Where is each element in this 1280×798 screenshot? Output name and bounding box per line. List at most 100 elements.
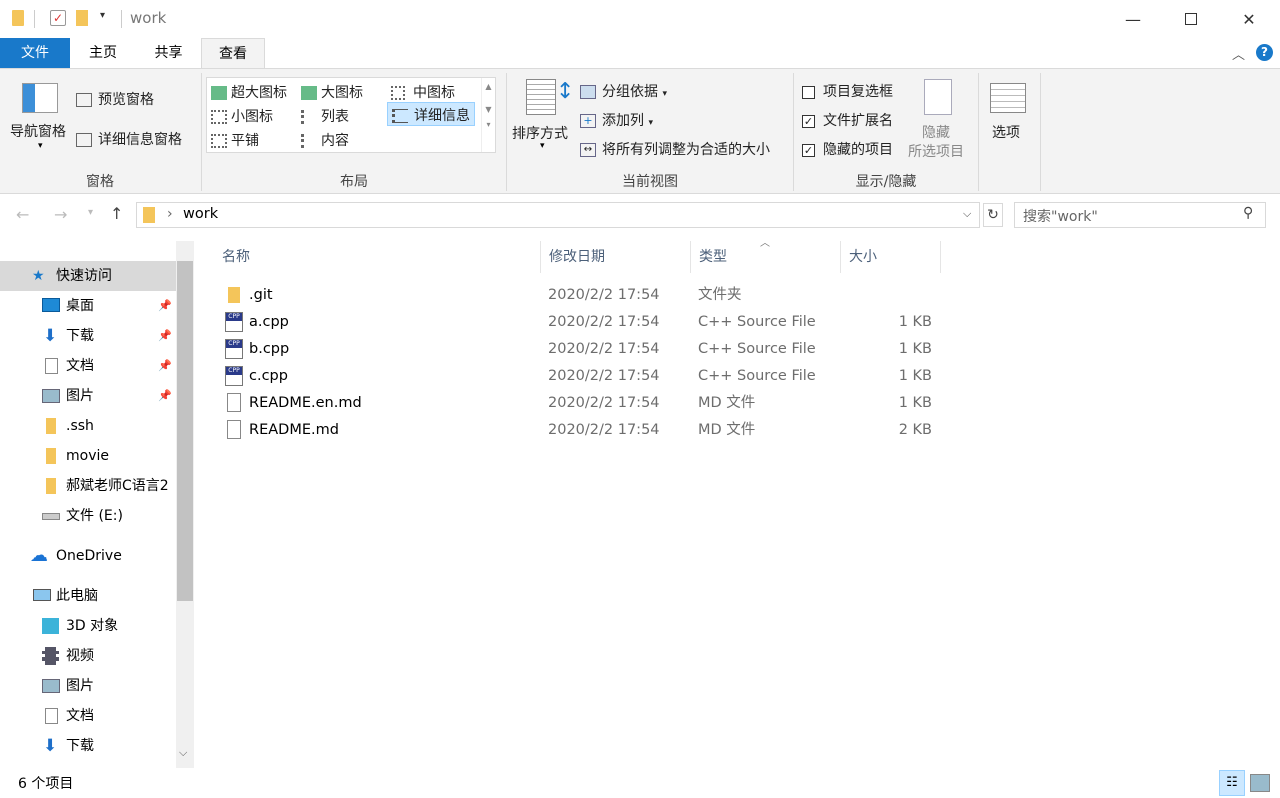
- nav-item-pictures[interactable]: 图片 📌: [0, 381, 176, 411]
- file-name: b.cpp: [249, 341, 290, 357]
- nav-item-c-course[interactable]: 郝斌老师C语言2: [0, 471, 176, 501]
- scroll-up-icon[interactable]: ▲: [482, 82, 495, 91]
- preview-pane-button[interactable]: 预览窗格: [76, 89, 154, 109]
- small-icons-option[interactable]: 小图标: [211, 106, 273, 126]
- checkbox-checked[interactable]: ✓: [802, 114, 815, 128]
- search-input[interactable]: 搜索"work": [1023, 206, 1098, 226]
- search-box[interactable]: 搜索"work" ⚲: [1014, 202, 1266, 228]
- details-pane-button[interactable]: 详细信息窗格: [76, 129, 182, 149]
- medium-icons-option[interactable]: 中图标: [391, 82, 455, 102]
- maximize-icon: [1185, 13, 1197, 25]
- details-option[interactable]: 详细信息: [387, 102, 475, 126]
- collapse-ribbon-icon[interactable]: ︿: [1232, 44, 1245, 63]
- nav-label: 桌面: [66, 298, 94, 314]
- nav-item-documents[interactable]: 文档 📌: [0, 351, 176, 381]
- gallery-scroll[interactable]: ▲ ▼ ▾: [481, 78, 495, 152]
- large-icons-option[interactable]: 大图标: [301, 82, 363, 102]
- checkbox-checked[interactable]: ✓: [802, 143, 815, 157]
- pin-icon[interactable]: 📌: [158, 291, 172, 321]
- item-checkboxes-toggle[interactable]: 项目复选框: [802, 81, 893, 101]
- breadcrumb-current[interactable]: work: [183, 206, 218, 222]
- nav-item-videos[interactable]: 视频: [0, 641, 176, 671]
- table-row[interactable]: CPP c.cpp 2020/2/2 17:54 C++ Source File 1 K…: [220, 363, 940, 390]
- table-row[interactable]: CPP b.cpp 2020/2/2 17:54 C++ Source File 1 K…: [220, 336, 940, 363]
- pin-icon[interactable]: 📌: [158, 381, 172, 411]
- table-row[interactable]: README.md 2020/2/2 17:54 MD 文件 2 KB: [220, 417, 940, 444]
- tab-view[interactable]: 查看: [201, 38, 265, 68]
- address-dropdown-icon[interactable]: ⌵: [963, 207, 971, 221]
- customize-toolbar-icon[interactable]: ▾: [100, 10, 105, 21]
- recent-locations-icon[interactable]: ▾: [88, 207, 93, 218]
- tiles-option[interactable]: 平铺: [211, 130, 259, 150]
- nav-item-drive-e[interactable]: 文件 (E:): [0, 501, 176, 531]
- options-button[interactable]: 选项: [984, 77, 1032, 161]
- scroll-down-icon[interactable]: ▼: [482, 105, 495, 114]
- content-option[interactable]: 内容: [301, 130, 349, 150]
- folder-icon: [12, 10, 24, 26]
- back-icon[interactable]: ←: [16, 205, 29, 224]
- table-row[interactable]: README.en.md 2020/2/2 17:54 MD 文件 1 KB: [220, 390, 940, 417]
- nav-item-pc-downloads[interactable]: ⬇ 下载: [0, 731, 176, 761]
- file-name: README.md: [249, 422, 339, 438]
- list-option[interactable]: 列表: [301, 106, 349, 126]
- nav-item-quick-access[interactable]: ★ 快速访问: [0, 261, 176, 291]
- nav-item-ssh[interactable]: .ssh: [0, 411, 176, 441]
- nav-item-pc-pictures[interactable]: 图片: [0, 671, 176, 701]
- list-icon: [301, 110, 317, 124]
- nav-label: 下载: [66, 738, 94, 754]
- forward-icon[interactable]: →: [54, 205, 67, 224]
- details-view-icon[interactable]: ☷: [1219, 770, 1245, 796]
- column-header-name[interactable]: 名称: [214, 241, 541, 273]
- checkbox[interactable]: [802, 85, 815, 99]
- nav-scrollbar[interactable]: ⌵: [176, 241, 194, 768]
- group-by-button[interactable]: 分组依据 ▾: [580, 81, 667, 101]
- scrollbar-thumb[interactable]: [177, 261, 193, 601]
- extra-large-icons-option[interactable]: 超大图标: [211, 82, 287, 102]
- close-button[interactable]: ✕: [1218, 0, 1280, 38]
- column-header-date[interactable]: 修改日期: [541, 241, 691, 273]
- search-icon[interactable]: ⚲: [1243, 205, 1253, 221]
- chevron-down-icon: ▾: [540, 141, 545, 151]
- fit-columns-button[interactable]: ↔ 将所有列调整为合适的大小: [580, 139, 770, 159]
- nav-item-downloads[interactable]: ⬇ 下载 📌: [0, 321, 176, 351]
- grid-icon: [391, 86, 405, 100]
- nav-item-desktop[interactable]: 桌面 📌: [0, 291, 176, 321]
- sort-by-button[interactable]: ↕ 排序方式 ▾: [510, 77, 576, 161]
- nav-label: 郝斌老师C语言2: [66, 478, 169, 494]
- table-row[interactable]: CPP a.cpp 2020/2/2 17:54 C++ Source File 1 K…: [220, 309, 940, 336]
- address-bar[interactable]: › work ⌵: [136, 202, 980, 228]
- hide-selected-button[interactable]: 隐藏 所选项目: [906, 77, 970, 161]
- hidden-items-toggle[interactable]: ✓ 隐藏的项目: [802, 139, 893, 159]
- file-extensions-toggle[interactable]: ✓ 文件扩展名: [802, 110, 893, 130]
- maximize-button[interactable]: [1160, 0, 1222, 38]
- table-row[interactable]: .git 2020/2/2 17:54 文件夹: [220, 282, 940, 309]
- nav-item-movie[interactable]: movie: [0, 441, 176, 471]
- expand-gallery-icon[interactable]: ▾: [482, 120, 495, 129]
- file-name: c.cpp: [249, 368, 288, 384]
- column-header-size[interactable]: 大小: [841, 241, 941, 273]
- large-icons-view-icon[interactable]: [1250, 774, 1270, 792]
- nav-item-3d-objects[interactable]: 3D 对象: [0, 611, 176, 641]
- up-icon[interactable]: ↑: [110, 204, 123, 223]
- nav-item-onedrive[interactable]: ☁ OneDrive: [0, 541, 176, 571]
- nav-item-this-pc[interactable]: 此电脑: [0, 581, 176, 611]
- scroll-down-icon[interactable]: ⌵: [179, 746, 187, 760]
- pin-icon[interactable]: 📌: [158, 351, 172, 381]
- tab-share[interactable]: 共享: [136, 38, 201, 68]
- nav-item-pc-documents[interactable]: 文档: [0, 701, 176, 731]
- tab-home[interactable]: 主页: [70, 38, 136, 68]
- new-folder-icon[interactable]: [76, 10, 88, 26]
- minimize-button[interactable]: —: [1102, 0, 1164, 38]
- properties-icon[interactable]: ✓: [50, 10, 66, 26]
- tab-file[interactable]: 文件: [0, 38, 70, 68]
- nav-pane-button[interactable]: 导航窗格 ▾: [8, 81, 72, 161]
- breadcrumb-chevron-icon[interactable]: ›: [167, 206, 173, 222]
- help-icon[interactable]: ?: [1256, 44, 1273, 61]
- picture-icon: [42, 389, 60, 403]
- document-icon: [45, 708, 58, 724]
- pin-icon[interactable]: 📌: [158, 321, 172, 351]
- divider: [978, 73, 979, 191]
- add-column-button[interactable]: + 添加列 ▾: [580, 110, 653, 130]
- refresh-icon[interactable]: ↻: [983, 203, 1003, 227]
- file-size: 1 KB: [898, 341, 932, 357]
